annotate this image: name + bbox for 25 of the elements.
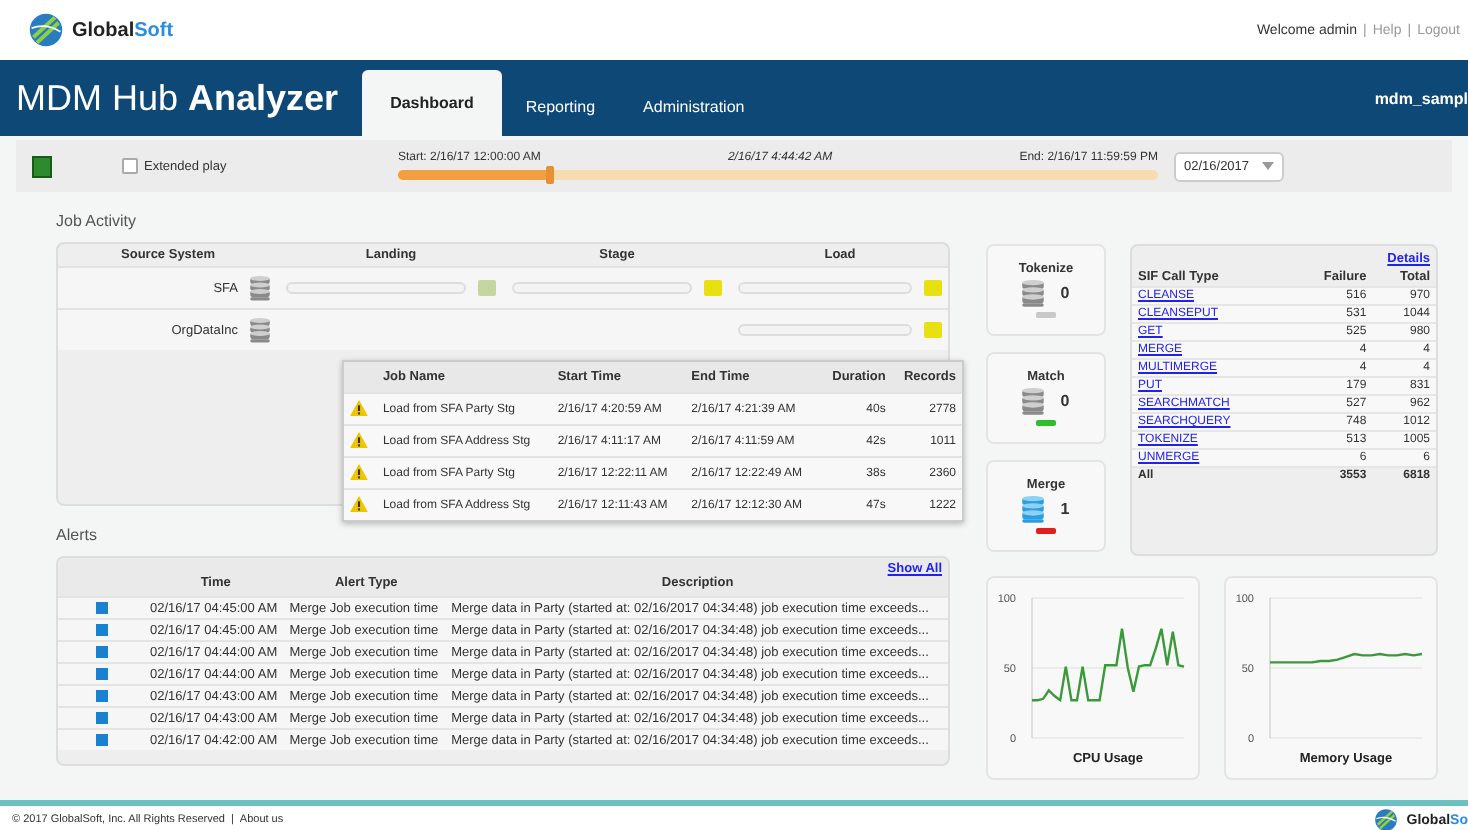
warning-icon xyxy=(350,399,368,415)
database-icon xyxy=(250,275,270,301)
counter-value: 0 xyxy=(1060,392,1070,411)
user-name: mdm_sampl xyxy=(1374,90,1468,108)
status-square-icon[interactable] xyxy=(924,280,942,296)
warning-icon xyxy=(350,431,368,447)
status-square-icon[interactable] xyxy=(478,280,496,296)
checkbox[interactable] xyxy=(122,158,138,174)
warning-icon xyxy=(350,463,368,479)
section-title: Alerts xyxy=(56,526,97,544)
database-icon xyxy=(250,317,270,343)
nav-tab[interactable]: Reporting xyxy=(501,78,620,136)
logo-text: GlobalSoft xyxy=(72,19,174,41)
counter-value: 0 xyxy=(1060,284,1070,303)
status-square-icon[interactable] xyxy=(924,322,942,338)
warning-icon xyxy=(350,495,368,511)
nav-tab[interactable]: Administration xyxy=(619,78,769,136)
play-button[interactable] xyxy=(32,155,52,177)
globe-logo-icon xyxy=(28,12,64,48)
counter-value: 1 xyxy=(1060,500,1070,519)
app-title: MDM Hub Analyzer xyxy=(16,78,339,120)
timeline-slider[interactable] xyxy=(398,170,1158,180)
nav-tab[interactable]: Dashboard xyxy=(362,70,502,136)
status-square-icon[interactable] xyxy=(704,280,722,296)
section-title: Job Activity xyxy=(56,212,137,230)
